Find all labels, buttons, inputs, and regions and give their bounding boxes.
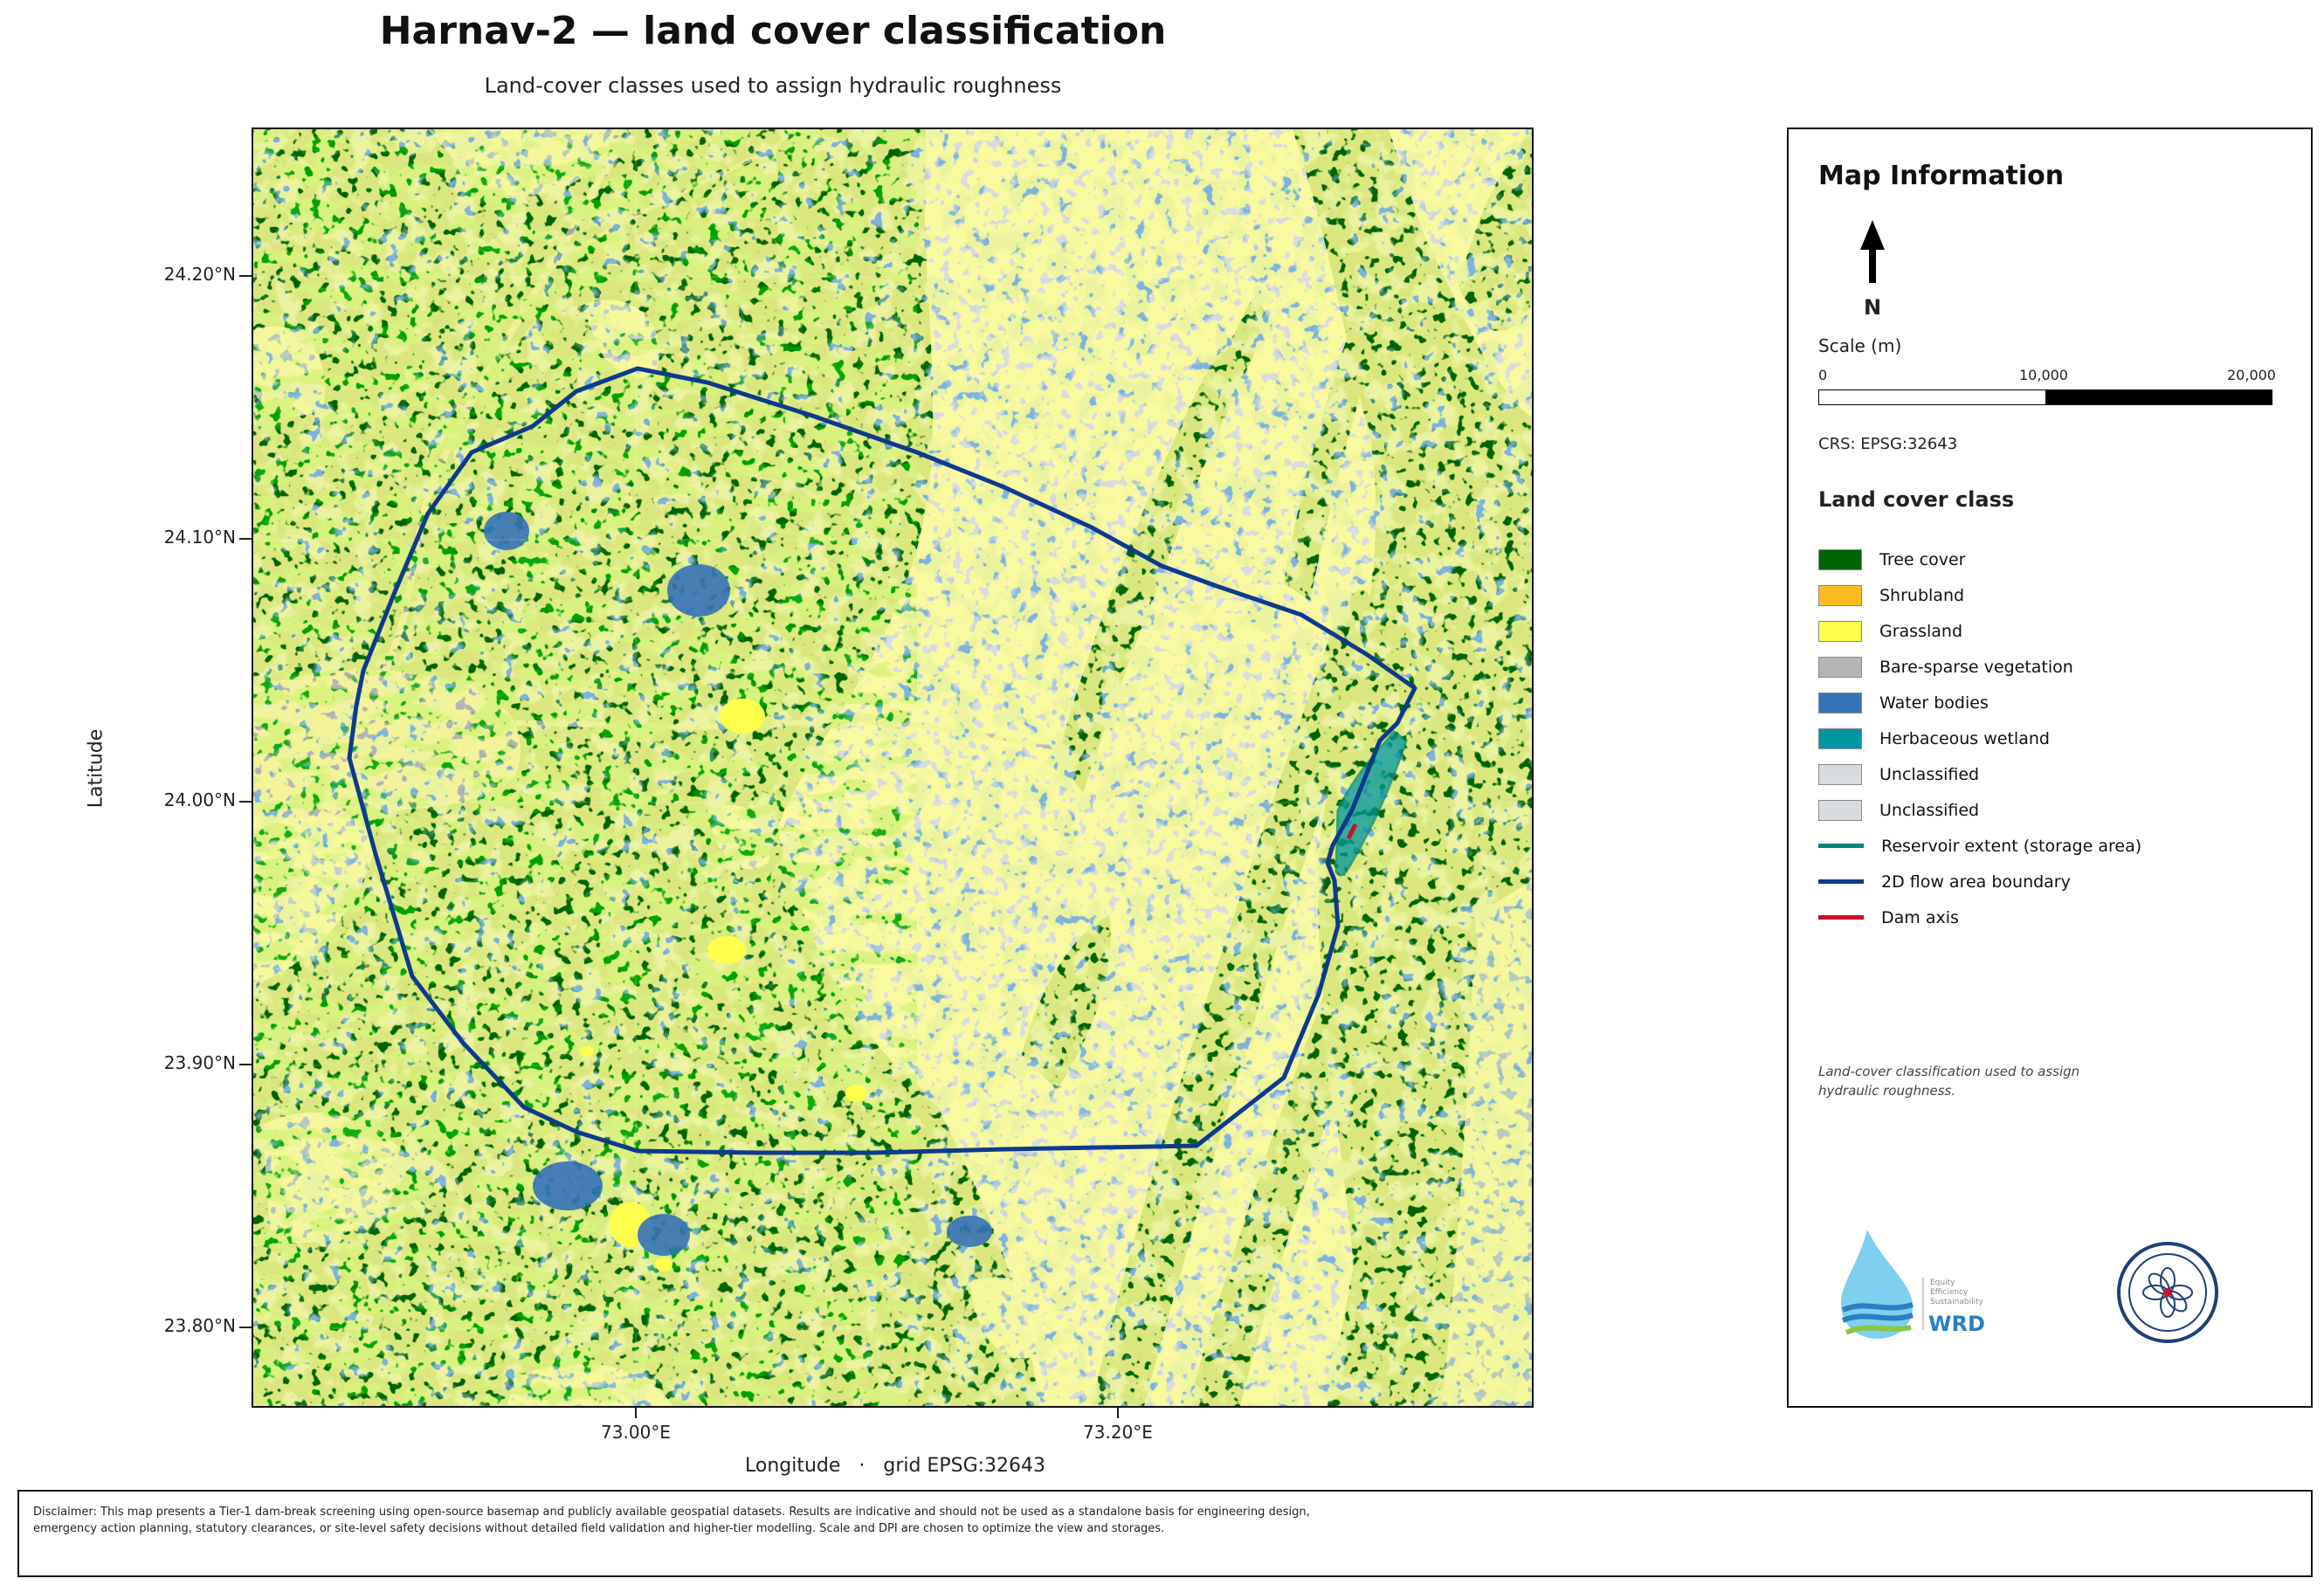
legend-color-swatch bbox=[1818, 763, 1862, 785]
legend-line-swatch bbox=[1818, 879, 1864, 884]
legend-label: Dam axis bbox=[1881, 907, 1959, 927]
panel-title: Map Information bbox=[1818, 161, 2065, 191]
legend-item: 2D flow area boundary bbox=[1818, 864, 2141, 899]
seal-icon bbox=[2117, 1242, 2218, 1343]
logo-text-efficiency: Efficiency bbox=[1930, 1288, 1969, 1297]
scale-label-mid: 10,000 bbox=[2019, 367, 2068, 383]
grassland-texture bbox=[253, 129, 1532, 1406]
north-label: N bbox=[1863, 295, 1882, 320]
legend-label: Unclassified bbox=[1879, 764, 1980, 784]
institution-seal bbox=[2115, 1240, 2220, 1345]
legend-item: Herbaceous wetland bbox=[1818, 720, 2141, 756]
legend-label: Shrubland bbox=[1879, 585, 1965, 605]
legend-color-swatch bbox=[1818, 727, 1862, 749]
disclaimer-box: Disclaimer: This map presents a Tier-1 d… bbox=[17, 1490, 2313, 1577]
legend-color-swatch bbox=[1818, 620, 1862, 642]
disclaimer-text: Disclaimer: This map presents a Tier-1 d… bbox=[33, 1506, 1310, 1535]
legend-item: Shrubland bbox=[1818, 577, 2141, 613]
x-axis-label: Longitude · grid EPSG:32643 bbox=[744, 1455, 1046, 1477]
legend-item: Dam axis bbox=[1818, 899, 2141, 935]
scale-label-0: 0 bbox=[1818, 367, 1828, 383]
logo-text-wrd: WRD bbox=[1928, 1312, 1985, 1336]
legend-item: Water bodies bbox=[1818, 685, 2141, 720]
legend-line-swatch bbox=[1818, 915, 1864, 920]
legend-label: Reservoir extent (storage area) bbox=[1881, 836, 2142, 856]
legend-title: Land cover class bbox=[1818, 487, 2015, 512]
scale-label-end: 20,000 bbox=[2227, 367, 2276, 383]
legend-label: Herbaceous wetland bbox=[1879, 728, 2050, 748]
legend-label: Bare-sparse vegetation bbox=[1879, 657, 2073, 677]
ytick-label: 24.20°N bbox=[163, 264, 236, 285]
logo-text-equity: Equity bbox=[1930, 1278, 1955, 1287]
scale-title: Scale (m) bbox=[1818, 335, 1902, 356]
crs-label: CRS: EPSG:32643 bbox=[1818, 435, 1958, 453]
map-subtitle: Land-cover classes used to assign hydrau… bbox=[484, 73, 1062, 98]
map-canvas[interactable] bbox=[252, 127, 1534, 1408]
legend-label: Water bodies bbox=[1879, 693, 1989, 713]
legend-item: Unclassified bbox=[1818, 792, 2141, 828]
legend-label: Tree cover bbox=[1879, 549, 1966, 569]
ytick-label: 24.00°N bbox=[163, 789, 236, 810]
ytick-label: 24.10°N bbox=[163, 527, 236, 548]
land-cover-raster bbox=[253, 129, 1532, 1406]
legend-color-swatch bbox=[1818, 548, 1862, 570]
legend-label: 2D flow area boundary bbox=[1881, 872, 2071, 892]
scale-bar bbox=[1818, 389, 2272, 405]
ytick-label: 23.90°N bbox=[163, 1052, 236, 1073]
legend-item: Grassland bbox=[1818, 613, 2141, 649]
legend-color-swatch bbox=[1818, 692, 1862, 713]
legend: Tree cover Shrubland Grassland Bare-sparse … bbox=[1818, 541, 2141, 935]
wrd-logo: Equity Efficiency Sustainability WRD bbox=[1832, 1230, 2007, 1352]
north-arrow: N bbox=[1855, 220, 1890, 334]
legend-label: Unclassified bbox=[1879, 800, 1980, 820]
legend-item: Bare-sparse vegetation bbox=[1818, 649, 2141, 685]
legend-label: Grassland bbox=[1879, 621, 1962, 641]
y-axis-label: Latitude bbox=[85, 728, 107, 809]
legend-color-swatch bbox=[1818, 656, 1862, 678]
logo-text-sustainability: Sustainability bbox=[1930, 1298, 1983, 1306]
legend-color-swatch bbox=[1818, 584, 1862, 606]
legend-color-swatch bbox=[1818, 799, 1862, 821]
map-title: Harnav-2 — land cover classification bbox=[379, 9, 1167, 53]
legend-item: Tree cover bbox=[1818, 541, 2141, 577]
ytick-label: 23.80°N bbox=[163, 1315, 236, 1336]
xtick-label: 73.20°E bbox=[1083, 1422, 1153, 1443]
xtick-label: 73.00°E bbox=[601, 1422, 671, 1443]
map-info-panel: Map Information N Scale (m) 0 10,000 20,… bbox=[1787, 127, 2313, 1408]
legend-line-swatch bbox=[1818, 844, 1864, 848]
legend-item: Reservoir extent (storage area) bbox=[1818, 828, 2141, 864]
legend-item: Unclassified bbox=[1818, 756, 2141, 792]
panel-note: Land-cover classification used to assign… bbox=[1818, 1064, 2080, 1099]
north-arrow-icon bbox=[1860, 220, 1885, 283]
